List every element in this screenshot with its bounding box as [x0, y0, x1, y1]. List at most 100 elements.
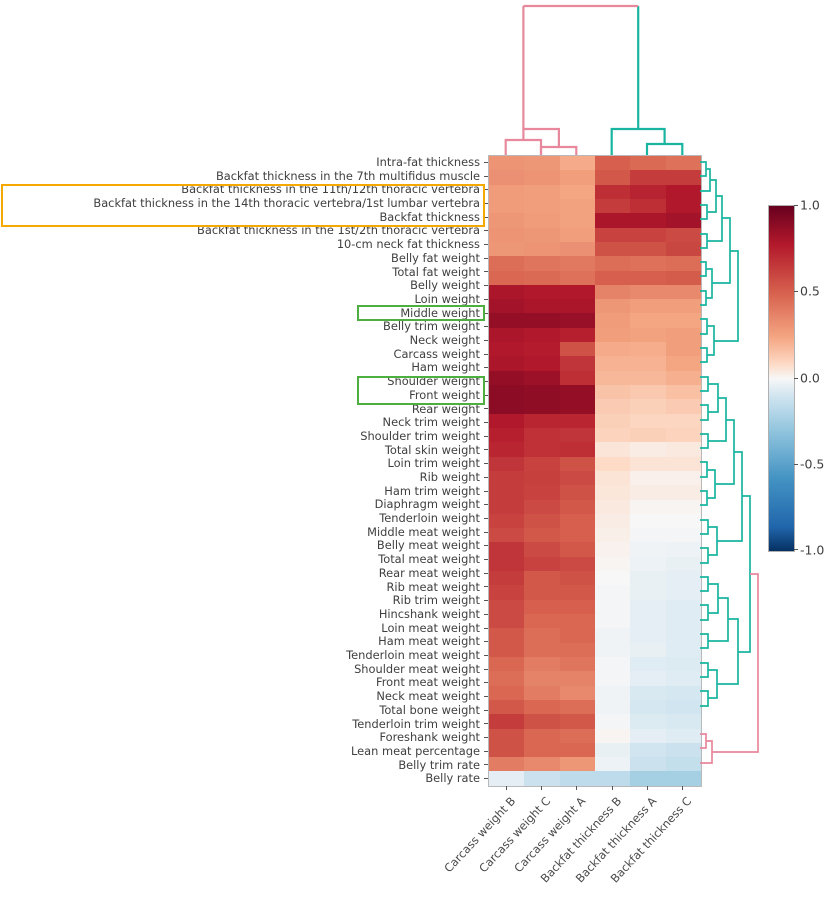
row-label: Intra-fat thickness [376, 155, 480, 169]
row-label: Diaphragm weight [374, 497, 480, 512]
heatmap-cell [559, 470, 595, 486]
colorbar-gradient [768, 205, 795, 552]
heatmap-cell [630, 470, 666, 486]
heatmap-cell [524, 699, 560, 715]
heatmap-cell [630, 399, 666, 414]
row-label: Total bone weight [379, 702, 480, 717]
heatmap-cell [630, 284, 666, 300]
heatmap-cell [524, 456, 560, 471]
heatmap-cell [630, 485, 666, 500]
heatmap-cell [594, 456, 631, 471]
heatmap-cell [665, 227, 701, 242]
colorbar-tick-mark [794, 377, 798, 379]
heatmap-cell [524, 342, 560, 357]
heatmap-cell [559, 728, 595, 743]
heatmap-cell [559, 599, 595, 614]
heatmap-cell [630, 270, 666, 285]
heatmap-cell [665, 184, 701, 199]
heatmap-cell [630, 528, 666, 543]
heatmap-cell [524, 528, 560, 543]
heatmap-cell [665, 313, 701, 328]
heatmap-cell [665, 728, 701, 743]
heatmap-cell [559, 427, 595, 443]
heatmap-cell [489, 513, 525, 529]
heatmap-cell [594, 299, 631, 314]
heatmap-cell [665, 585, 701, 600]
heatmap-cell [559, 385, 595, 400]
heatmap-cell [665, 299, 701, 314]
heatmap-cell [665, 556, 701, 572]
heatmap-cell [665, 270, 701, 285]
heatmap-cell [630, 757, 666, 772]
row-label: Rib weight [419, 470, 480, 484]
colorbar-tick-label: 0.5 [800, 283, 820, 299]
heatmap-cell [630, 256, 666, 271]
heatmap-cell [489, 699, 525, 715]
heatmap-cell [665, 685, 701, 700]
heatmap-cell [489, 213, 525, 228]
heatmap-cell [524, 728, 560, 743]
heatmap-cell [665, 241, 701, 257]
heatmap-cell [489, 599, 525, 614]
heatmap-cell [559, 399, 595, 414]
row-label: Backfat thickness in the 7th multifidus … [215, 168, 480, 183]
heatmap-cell [594, 485, 631, 500]
heatmap-cell [524, 313, 560, 328]
heatmap-cell [594, 427, 631, 443]
heatmap-cell [489, 671, 525, 686]
heatmap-cell [630, 156, 666, 171]
heatmap-cell [524, 742, 560, 758]
row-label: Tenderloin trim weight [352, 716, 480, 731]
heatmap-cell [489, 685, 525, 700]
heatmap-cell [594, 399, 631, 414]
heatmap-cell [524, 757, 560, 772]
heatmap-cell [630, 513, 666, 529]
heatmap-cell [559, 213, 595, 228]
heatmap-cell [559, 198, 595, 214]
heatmap-cell [559, 528, 595, 543]
heatmap-cell [524, 356, 560, 371]
heatmap-cell [594, 385, 631, 400]
heatmap-cell [489, 757, 525, 772]
heatmap-cell [665, 513, 701, 529]
right-dendrogram [700, 161, 759, 764]
heatmap-cell [594, 585, 631, 600]
heatmap-cell [594, 699, 631, 715]
heatmap-cell [559, 313, 595, 328]
heatmap-cell [665, 642, 701, 657]
heatmap-cell [630, 342, 666, 357]
heatmap-cell [559, 714, 595, 729]
heatmap-cell [630, 742, 666, 758]
heatmap-cell [630, 413, 666, 428]
heatmap-cell [489, 170, 525, 185]
heatmap-cell [524, 184, 560, 199]
heatmap-cell [594, 284, 631, 300]
heatmap-cell [524, 771, 560, 786]
heatmap-cell [524, 499, 560, 514]
heatmap-cell [630, 599, 666, 614]
heatmap-cell [524, 327, 560, 343]
heatmap-cell [665, 571, 701, 586]
heatmap-cell [489, 327, 525, 343]
heatmap-cell [665, 742, 701, 758]
heatmap-cell [594, 642, 631, 657]
heatmap-cell [559, 513, 595, 529]
row-label: Middle meat weight [367, 524, 480, 539]
heatmap-cell [594, 685, 631, 700]
column-tick [576, 786, 578, 790]
row-label: Neck meat weight [376, 689, 480, 704]
heatmap-cell [630, 771, 666, 786]
heatmap-cell [630, 299, 666, 314]
heatmap-cell [630, 585, 666, 600]
heatmap-cell [594, 256, 631, 271]
heatmap-cell [524, 213, 560, 228]
heatmap-cell [594, 614, 631, 629]
heatmap-cell [630, 542, 666, 557]
heatmap-cell [665, 370, 701, 385]
row-label: Shoulder meat weight [354, 661, 480, 676]
heatmap-cell [489, 485, 525, 500]
heatmap-cell [559, 628, 595, 643]
row-label: Belly weight [410, 278, 480, 293]
heatmap-cell [665, 456, 701, 471]
row-label: Rib trim weight [392, 593, 480, 608]
